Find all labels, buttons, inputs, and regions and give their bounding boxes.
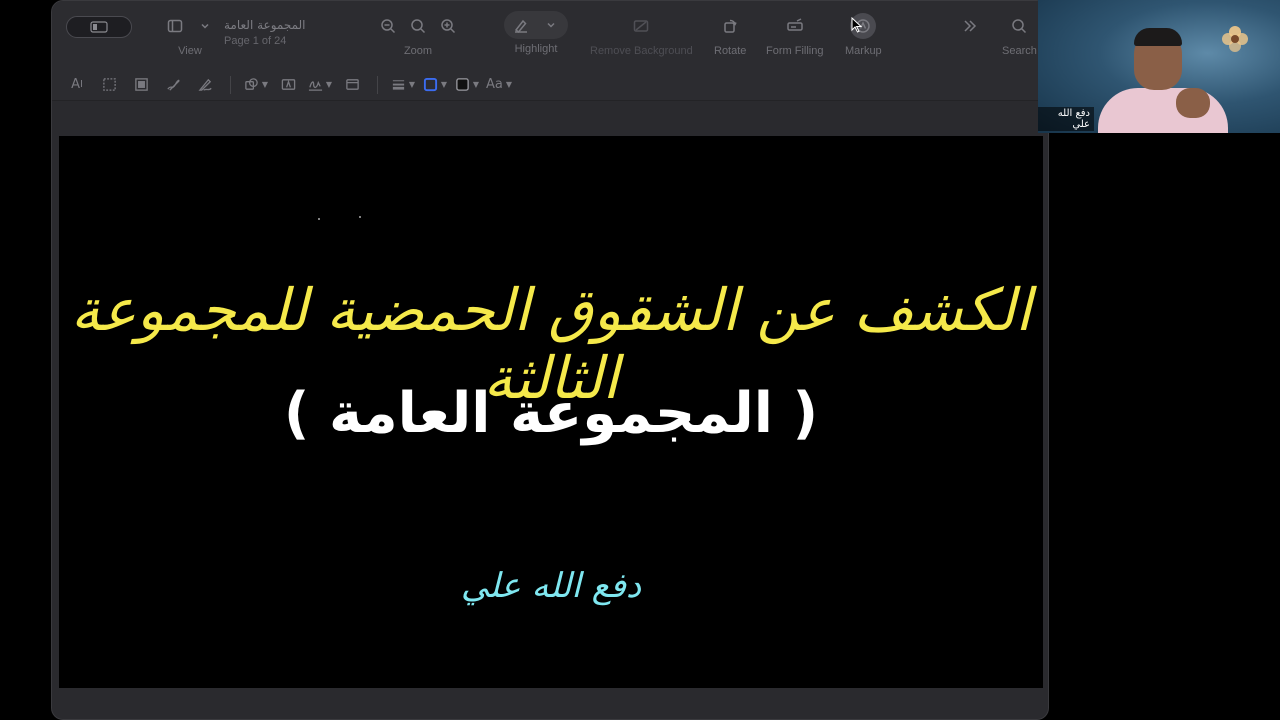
- rotate-group: Rotate: [714, 11, 746, 57]
- preview-window: View المجموعة العامة Page 1 of 24 Zoom H…: [51, 0, 1049, 720]
- sidebar-icon: [90, 21, 108, 33]
- zoom-out-icon: [381, 19, 396, 34]
- form-filling-label: Form Filling: [766, 45, 824, 57]
- page-speck: [318, 218, 320, 220]
- more-group: [957, 11, 983, 41]
- highlight-group: Highlight: [504, 11, 568, 55]
- remove-background-button[interactable]: [628, 13, 654, 39]
- border-color-icon: [423, 77, 437, 92]
- search-button[interactable]: [1006, 13, 1032, 39]
- draw-tool[interactable]: [192, 73, 218, 97]
- zoom-label: Zoom: [403, 45, 433, 57]
- main-toolbar: View المجموعة العامة Page 1 of 24 Zoom H…: [52, 1, 1048, 69]
- form-filling-group: Form Filling: [766, 11, 823, 57]
- text-style-tool[interactable]: Aa ▼: [486, 73, 512, 97]
- participant-hair: [1134, 28, 1182, 46]
- chevron-down-icon: ▼: [261, 80, 269, 89]
- shapes-tool[interactable]: ▼: [243, 73, 269, 97]
- participant-video[interactable]: دفع الله علي: [1038, 0, 1280, 133]
- page-speck: [359, 216, 361, 218]
- text-box-icon: [281, 79, 295, 90]
- rotate-icon: [724, 19, 737, 33]
- mouse-cursor-icon: [851, 17, 863, 33]
- markup-toolbar: AI ▼ ▼ ▼ ▼ ▼ Aa ▼: [52, 69, 1048, 101]
- lasso-icon: [134, 78, 148, 91]
- rect-selection-tool[interactable]: [96, 73, 122, 97]
- chevron-down-icon: ▼: [408, 80, 416, 89]
- chevron-down-icon: ▼: [505, 80, 513, 89]
- remove-background-label: Remove Background: [590, 45, 693, 57]
- search-group: Search: [1002, 11, 1037, 57]
- shapes-icon: [245, 78, 258, 90]
- remove-background-group: Remove Background: [590, 11, 693, 57]
- zoom-in-icon: [441, 19, 456, 34]
- divider: [230, 75, 231, 94]
- search-icon: [1012, 19, 1027, 34]
- chevron-down-icon: ▼: [325, 80, 333, 89]
- view-icon: [167, 19, 183, 33]
- double-chevron-right-icon: [964, 20, 977, 32]
- sign-tool[interactable]: ▼: [307, 73, 333, 97]
- draw-icon: [197, 78, 212, 91]
- zoom-group: Zoom: [375, 11, 461, 57]
- form-filling-icon: [786, 18, 803, 31]
- line-style-tool[interactable]: ▼: [390, 73, 416, 97]
- font-style-label: Aa: [486, 77, 503, 92]
- sidebar-toggle-button[interactable]: [66, 16, 132, 38]
- chevron-down-icon: ▼: [440, 80, 448, 89]
- smart-lasso-tool[interactable]: [128, 73, 154, 97]
- pdf-page[interactable]: الكشف عن الشقوق الحمضية للمجموعة الثالثة…: [59, 136, 1043, 688]
- note-icon: [345, 79, 359, 90]
- border-color-tool[interactable]: ▼: [422, 73, 448, 97]
- remove-background-icon: [634, 20, 649, 32]
- view-label: View: [178, 45, 202, 57]
- slide-author: دفع الله علي: [460, 566, 642, 606]
- chevron-down-icon: ▼: [472, 80, 480, 89]
- text-selection-tool[interactable]: AI: [64, 73, 90, 97]
- flower-decoration: [1222, 26, 1248, 52]
- line-style-icon: [392, 80, 405, 90]
- participant-name-label: دفع الله علي: [1038, 107, 1094, 131]
- signature-icon: [308, 80, 322, 91]
- zoom-fit-button[interactable]: [405, 13, 431, 39]
- zoom-icon: [411, 19, 426, 34]
- highlight-dropdown-button[interactable]: [538, 12, 564, 38]
- view-dropdown-button[interactable]: [192, 13, 218, 39]
- rotate-button[interactable]: [717, 13, 743, 39]
- note-tool[interactable]: [339, 73, 365, 97]
- markup-label: Markup: [845, 45, 882, 57]
- fill-color-icon: [456, 78, 469, 91]
- view-group: View: [162, 11, 218, 57]
- form-filling-button[interactable]: [782, 13, 808, 39]
- dashed-rect-icon: [102, 78, 116, 91]
- view-menu-button[interactable]: [162, 13, 188, 39]
- content-margin: [52, 102, 1048, 134]
- participant-hand: [1176, 88, 1210, 118]
- rotate-label: Rotate: [714, 45, 747, 57]
- highlight-label: Highlight: [514, 43, 558, 55]
- slide-subtitle: ( المجموعة العامة ): [283, 381, 819, 446]
- page-indicator: Page 1 of 24: [224, 35, 287, 47]
- document-title: المجموعة العامة: [224, 18, 306, 32]
- sketch-tool[interactable]: [160, 73, 186, 97]
- zoom-in-button[interactable]: [435, 13, 461, 39]
- highlighter-icon: [514, 19, 527, 33]
- divider: [377, 75, 378, 94]
- zoom-out-button[interactable]: [375, 13, 401, 39]
- text-tool-label: A: [71, 77, 80, 92]
- search-label: Search: [1002, 45, 1037, 57]
- chevron-down-icon: [201, 23, 209, 29]
- fill-color-tool[interactable]: ▼: [454, 73, 480, 97]
- chevron-down-icon: [547, 22, 555, 28]
- highlight-button[interactable]: [508, 12, 534, 38]
- text-box-tool[interactable]: [275, 73, 301, 97]
- sketch-icon: [166, 79, 180, 91]
- more-tools-button[interactable]: [957, 13, 983, 39]
